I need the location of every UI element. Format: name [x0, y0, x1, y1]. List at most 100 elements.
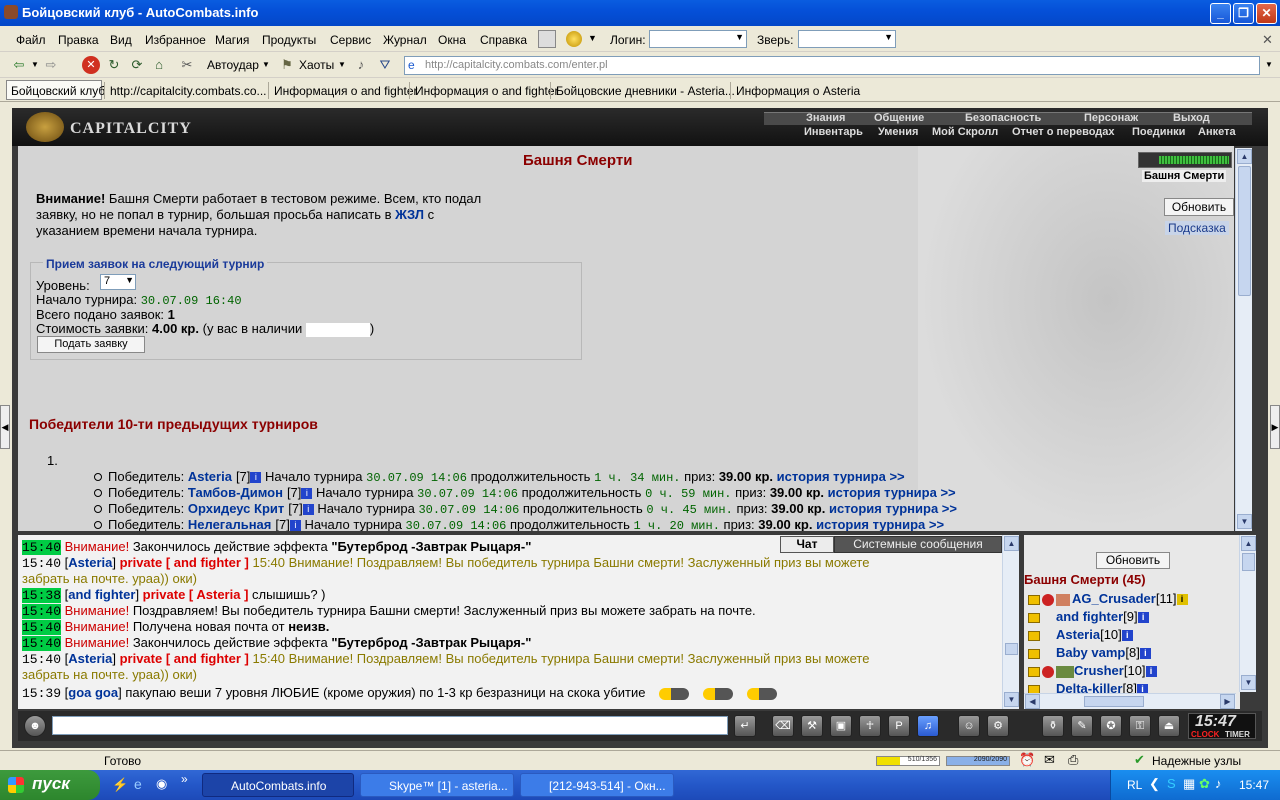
private-msg-icon[interactable]	[1028, 666, 1040, 677]
user-name[interactable]: Asteria	[1056, 627, 1100, 642]
menu-journal[interactable]: Журнал	[383, 33, 427, 47]
refresh-users-button[interactable]: Обновить	[1096, 552, 1170, 569]
nav-duels[interactable]: Поединки	[1132, 126, 1185, 138]
start-button[interactable]: пуск	[0, 770, 100, 800]
private-msg-icon[interactable]	[1028, 648, 1040, 659]
menu-products[interactable]: Продукты	[262, 33, 316, 47]
chat-timestamp[interactable]: 15:38	[22, 588, 62, 603]
back-icon[interactable]: ⇦	[10, 56, 28, 74]
chat-private-tag[interactable]: private [ Asteria ]	[143, 587, 249, 602]
info-icon[interactable]: i	[1137, 612, 1149, 624]
chat-nick[interactable]: and fighter	[68, 587, 135, 602]
link-info-fighter-2[interactable]: Информация о and fighter	[415, 84, 559, 98]
private-msg-icon[interactable]	[1028, 594, 1040, 605]
potion-icon[interactable]: ⚱	[1042, 715, 1064, 737]
sound-icon[interactable]: ♪	[352, 56, 370, 74]
menu-view[interactable]: Вид	[110, 33, 132, 47]
minimize-button[interactable]: _	[1210, 3, 1231, 24]
chat-private-tag[interactable]: private [ and fighter ]	[120, 555, 249, 570]
chat-nick[interactable]: Asteria	[68, 651, 112, 666]
task-autocombats[interactable]: AutoCombats.info	[202, 773, 354, 797]
scroll-thumb[interactable]	[1238, 166, 1251, 296]
winner-name[interactable]: Нелегальная	[188, 517, 272, 531]
nav-inventory[interactable]: Инвентарь	[804, 126, 863, 138]
alarm-icon[interactable]: ⏰	[1019, 752, 1035, 768]
address-bar[interactable]: e http://capitalcity.combats.com/enter.p…	[404, 56, 1260, 75]
menu-help[interactable]: Справка	[480, 33, 527, 47]
hint-link[interactable]: Подсказка	[1165, 221, 1229, 235]
scroll-down-icon[interactable]: ▼	[1237, 514, 1252, 529]
scroll-down-icon[interactable]: ▼	[1004, 692, 1019, 707]
forward-icon[interactable]: ⇨	[42, 56, 60, 74]
scroll-left-icon[interactable]: ◀	[1025, 694, 1040, 709]
exit-icon[interactable]: ⏏	[1158, 715, 1180, 737]
user-list-item[interactable]: Baby vamp[8] i	[1028, 645, 1151, 660]
clan-icon[interactable]: ⚙	[987, 715, 1009, 737]
menu-service[interactable]: Сервис	[330, 33, 371, 47]
filter-chat-icon[interactable]: ⚒	[801, 715, 823, 737]
menu-magic[interactable]: Магия	[215, 33, 249, 47]
tournament-history-link[interactable]: история турнира >>	[829, 501, 957, 516]
save-log-icon[interactable]: ▣	[830, 715, 852, 737]
menu-edit[interactable]: Правка	[58, 33, 99, 47]
nav-skills[interactable]: Умения	[878, 126, 918, 138]
coin-icon[interactable]	[566, 31, 582, 47]
chat-timestamp[interactable]: 15:39	[22, 686, 61, 701]
printer-icon[interactable]: ⎙	[1068, 752, 1078, 768]
window-titlebar[interactable]: Бойцовский клуб - AutoCombats.info _ ❐ ✕	[0, 0, 1280, 26]
left-panel-handle[interactable]: ◀	[0, 405, 10, 449]
tray-flower-icon[interactable]: ✿	[1199, 776, 1210, 792]
network-icon[interactable]: ▦	[1183, 776, 1195, 792]
skills-icon[interactable]: ✪	[1100, 715, 1122, 737]
link-info-fighter-1[interactable]: Информация о and fighter	[274, 84, 418, 98]
address-dropdown-icon[interactable]: ▼	[1265, 60, 1273, 69]
skype-tray-icon[interactable]: S	[1167, 776, 1176, 791]
link-capitalcity[interactable]: http://capitalcity.combats.co...	[110, 84, 267, 98]
task-skype[interactable]: Skype™ [1] - asteria...	[360, 773, 514, 797]
main-scrollbar[interactable]: ▲ ▼	[1235, 148, 1252, 531]
scroll-icon[interactable]: ✎	[1071, 715, 1093, 737]
close-button[interactable]: ✕	[1256, 3, 1277, 24]
chat-timestamp[interactable]: 15:40	[22, 620, 62, 635]
refresh-icon[interactable]: ↻	[105, 56, 123, 74]
user-list-item[interactable]: AG_Crusader[11] i	[1028, 591, 1188, 606]
note-icon[interactable]: ✉	[1044, 752, 1055, 768]
beast-select[interactable]: ▼	[798, 30, 896, 48]
scroll-up-icon[interactable]: ▲	[1004, 536, 1019, 551]
link-diaries[interactable]: Бойцовские дневники - Asteria...	[556, 84, 735, 98]
winner-name[interactable]: Орхидеус Крит	[188, 501, 284, 516]
scroll-down-icon[interactable]: ▼	[1241, 675, 1256, 690]
private-msg-icon[interactable]	[1028, 630, 1040, 641]
maximize-button[interactable]: ❐	[1233, 3, 1254, 24]
info-icon[interactable]: i	[302, 504, 314, 516]
refresh-all-icon[interactable]: ⟳	[128, 56, 146, 74]
haoty-dropdown-icon[interactable]: ▼	[338, 60, 346, 69]
lock-icon[interactable]: ⚿	[1129, 715, 1151, 737]
tab-chat[interactable]: Чат	[780, 536, 834, 553]
chat-mode-icon[interactable]: ☻	[24, 715, 46, 737]
nav-communication[interactable]: Общение	[874, 112, 924, 124]
autoudar-dropdown-icon[interactable]: ▼	[262, 60, 270, 69]
scroll-up-icon[interactable]: ▲	[1241, 536, 1256, 551]
more-icon[interactable]: »	[181, 772, 188, 786]
coin-dropdown-icon[interactable]: ▼	[588, 33, 597, 43]
user-list-item[interactable]: Crusher[10] i	[1028, 663, 1157, 678]
nav-knowledge[interactable]: Знания	[806, 112, 845, 124]
location-label[interactable]: Башня Смерти	[1142, 170, 1227, 182]
scroll-right-icon[interactable]: ▶	[1220, 694, 1235, 709]
tray-arrow-icon[interactable]: ❮	[1149, 776, 1160, 792]
back-dropdown-icon[interactable]: ▼	[31, 60, 39, 69]
info-icon[interactable]: i	[289, 520, 301, 531]
private-msg-icon[interactable]	[1028, 612, 1040, 623]
media-icon[interactable]: ◉	[156, 776, 167, 792]
link-info-asteria[interactable]: Информация о Asteria	[736, 84, 860, 98]
menu-favorites[interactable]: Избранное	[145, 33, 206, 47]
winner-name[interactable]: Asteria	[188, 469, 232, 484]
haoty-button[interactable]: Хаоты	[299, 58, 334, 72]
chat-timestamp[interactable]: 15:40	[22, 652, 61, 667]
nav-transfer-report[interactable]: Отчет о переводах	[1012, 126, 1115, 138]
level-select[interactable]: 7 ▼	[100, 274, 136, 290]
user-name[interactable]: and fighter	[1056, 609, 1123, 624]
tools-icon[interactable]: ✂	[178, 56, 196, 74]
lang-indicator[interactable]: RL	[1127, 778, 1142, 792]
